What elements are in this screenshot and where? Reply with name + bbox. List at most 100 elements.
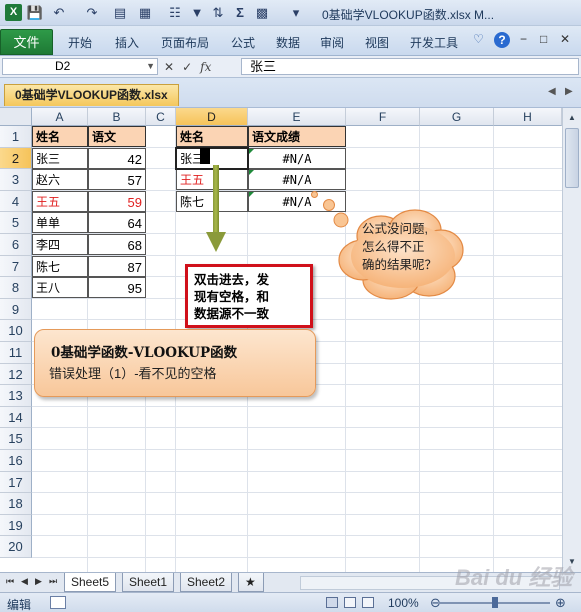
next-sheet-icon[interactable]: ▶ <box>35 576 42 587</box>
table-cell[interactable]: 李四 <box>32 234 88 255</box>
row-header-18[interactable]: 18 <box>0 493 32 515</box>
zoom-slider-thumb[interactable] <box>492 597 498 608</box>
undo-icon[interactable]: ↶ <box>48 4 70 21</box>
first-sheet-icon[interactable]: ⏮ <box>6 576 14 587</box>
vertical-scrollbar[interactable]: ▲ ▼ <box>562 108 581 572</box>
prev-sheet-icon[interactable]: ◀ <box>21 576 28 587</box>
row-header-12[interactable]: 12 <box>0 363 32 386</box>
chevron-down-icon[interactable]: ▼ <box>146 59 155 74</box>
table-cell[interactable]: 赵六 <box>32 169 88 191</box>
tab-review[interactable]: 审阅 <box>320 34 344 51</box>
insert-sheet-icon[interactable]: ★ <box>238 573 264 592</box>
table-cell[interactable]: 59 <box>88 190 146 212</box>
tab-home[interactable]: 开始 <box>68 34 92 51</box>
normal-view-icon[interactable] <box>326 597 338 608</box>
table-cell[interactable]: 42 <box>88 147 146 169</box>
tab-scroll-right-icon[interactable]: ▶ <box>565 86 573 97</box>
sheet-tab-sheet2[interactable]: Sheet2 <box>180 573 233 592</box>
table-cell[interactable]: 64 <box>88 212 146 234</box>
table-cell[interactable]: 张三 <box>32 147 88 169</box>
chart-icon[interactable]: ▩ <box>255 4 269 21</box>
window-minimize-icon[interactable]: − <box>520 32 527 46</box>
redo-icon[interactable]: ↷ <box>84 4 100 21</box>
tab-formulas[interactable]: 公式 <box>231 34 255 51</box>
select-all-corner[interactable] <box>0 108 32 126</box>
zoom-in-icon[interactable]: ⊕ <box>555 595 566 611</box>
page-layout-view-icon[interactable] <box>344 597 356 608</box>
filter-icon[interactable]: ▼ <box>189 4 205 21</box>
scroll-up-icon[interactable]: ▲ <box>564 110 580 126</box>
table-cell[interactable]: 王八 <box>32 277 88 299</box>
row-header-1[interactable]: 1 <box>0 126 32 148</box>
row-header-16[interactable]: 16 <box>0 450 32 472</box>
row-header-6[interactable]: 6 <box>0 234 32 256</box>
row-header-17[interactable]: 17 <box>0 471 32 494</box>
table-cell[interactable]: 95 <box>88 277 146 299</box>
tab-scroll-left-icon[interactable]: ◀ <box>548 86 556 97</box>
column-header-g[interactable]: G <box>420 108 494 126</box>
table-header[interactable]: 语文 <box>88 126 146 147</box>
column-header-c[interactable]: C <box>146 108 176 126</box>
save-icon[interactable]: 💾 <box>27 4 43 21</box>
row-header-3[interactable]: 3 <box>0 169 32 191</box>
minimize-ribbon-icon[interactable]: ♡ <box>473 32 484 46</box>
format-icon[interactable]: ▦ <box>134 4 156 21</box>
tab-data[interactable]: 数据 <box>276 34 300 51</box>
page-break-view-icon[interactable] <box>362 597 374 608</box>
row-header-8[interactable]: 8 <box>0 277 32 299</box>
table-cell[interactable]: 王五 <box>176 169 248 191</box>
print-preview-icon[interactable]: ▤ <box>112 4 128 21</box>
name-box[interactable]: D2 ▼ <box>2 58 158 75</box>
row-header-19[interactable]: 19 <box>0 514 32 537</box>
table-cell[interactable]: #N/A <box>248 147 346 169</box>
sheet-tab-sheet1[interactable]: Sheet1 <box>122 573 175 592</box>
column-header-h[interactable]: H <box>494 108 562 126</box>
sheet-tab-sheet5[interactable]: Sheet5 <box>64 573 117 592</box>
column-header-a[interactable]: A <box>32 108 88 126</box>
table-cell[interactable]: 陈七 <box>32 255 88 277</box>
table-cell[interactable]: 单单 <box>32 212 88 234</box>
formula-input[interactable]: 张三 <box>241 58 579 75</box>
tab-view[interactable]: 视图 <box>365 34 389 51</box>
calculator-icon[interactable]: ☷ <box>167 4 183 21</box>
tab-page-layout[interactable]: 页面布局 <box>161 34 209 51</box>
vertical-scroll-thumb[interactable] <box>565 128 579 188</box>
autosum-icon[interactable]: Σ <box>232 4 248 21</box>
workbook-tab[interactable]: 0基础学VLOOKUP函数.xlsx <box>4 84 179 106</box>
excel-app-icon[interactable]: X <box>5 4 22 21</box>
row-header-9[interactable]: 9 <box>0 298 32 321</box>
row-header-2[interactable]: 2 <box>0 147 32 170</box>
table-header[interactable]: 姓名 <box>32 126 88 147</box>
table-cell[interactable]: 87 <box>88 255 146 277</box>
row-header-11[interactable]: 11 <box>0 342 32 364</box>
tab-developer[interactable]: 开发工具 <box>410 34 458 51</box>
tab-file[interactable]: 文件 <box>0 29 53 55</box>
window-close-icon[interactable]: ✕ <box>560 32 570 46</box>
row-header-15[interactable]: 15 <box>0 428 32 450</box>
row-header-10[interactable]: 10 <box>0 320 32 342</box>
row-header-14[interactable]: 14 <box>0 406 32 429</box>
row-header-5[interactable]: 5 <box>0 212 32 234</box>
last-sheet-icon[interactable]: ⏭ <box>49 576 57 587</box>
macro-record-icon[interactable] <box>50 596 66 609</box>
table-cell[interactable]: 陈七 <box>176 190 248 212</box>
table-header[interactable]: 语文成绩 <box>248 126 346 147</box>
table-cell[interactable]: 68 <box>88 234 146 255</box>
column-header-d[interactable]: D <box>176 108 248 126</box>
table-cell[interactable]: 王五 <box>32 190 88 212</box>
column-header-e[interactable]: E <box>248 108 346 126</box>
row-header-20[interactable]: 20 <box>0 536 32 558</box>
window-restore-icon[interactable]: □ <box>540 32 547 46</box>
zoom-level[interactable]: 100% <box>388 596 419 610</box>
tab-insert[interactable]: 插入 <box>115 34 139 51</box>
sort-icon[interactable]: ⇅ <box>210 4 226 21</box>
row-header-13[interactable]: 13 <box>0 385 32 407</box>
table-header[interactable]: 姓名 <box>176 126 248 147</box>
column-header-b[interactable]: B <box>88 108 146 126</box>
row-header-4[interactable]: 4 <box>0 190 32 213</box>
column-header-f[interactable]: F <box>346 108 420 126</box>
cancel-icon[interactable]: ✕ <box>164 60 174 74</box>
table-cell[interactable]: 57 <box>88 169 146 191</box>
enter-icon[interactable]: ✓ <box>182 60 192 74</box>
insert-function-button[interactable]: fx <box>200 60 211 74</box>
